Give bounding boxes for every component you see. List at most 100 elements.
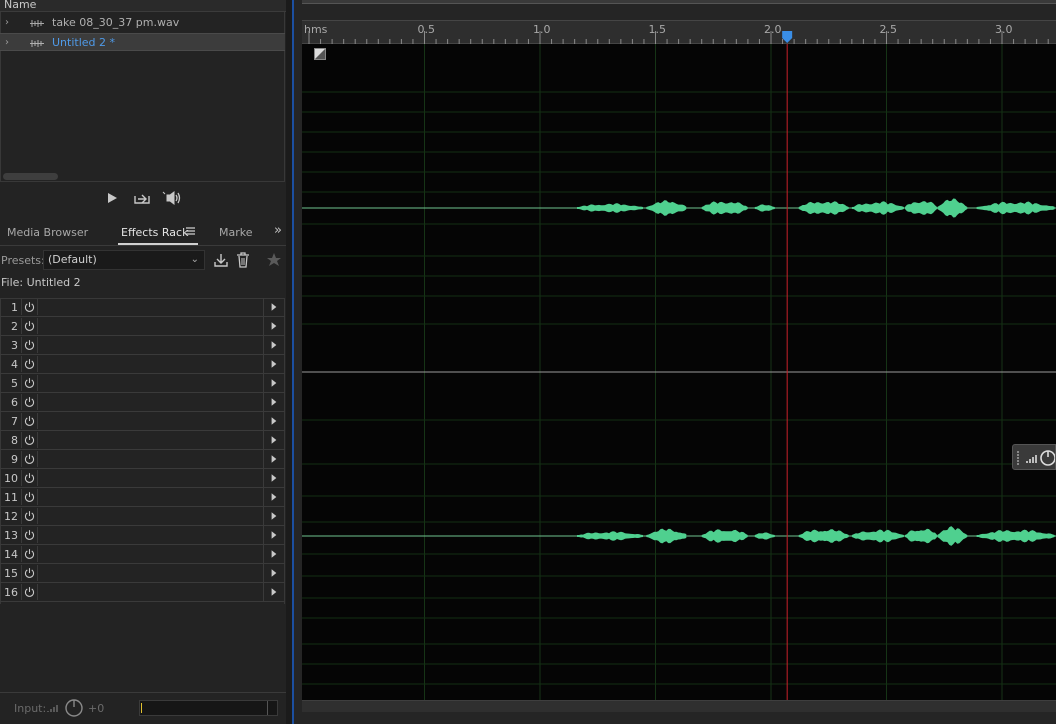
- file-name: take 08_30_37 pm.wav: [52, 16, 180, 29]
- effect-menu-arrow-icon[interactable]: [263, 583, 283, 601]
- files-column-header[interactable]: Name: [0, 0, 286, 12]
- effect-menu-arrow-icon[interactable]: [263, 507, 283, 525]
- waveform-segment: [851, 529, 904, 543]
- power-icon[interactable]: [21, 318, 38, 334]
- input-row: Input: +0: [0, 698, 286, 720]
- effect-slot[interactable]: 8: [0, 431, 285, 450]
- effect-slot-number: 2: [11, 320, 18, 333]
- power-icon[interactable]: [21, 432, 38, 448]
- chevron-down-icon: ⌄: [190, 254, 199, 265]
- effect-slot[interactable]: 2: [0, 317, 285, 336]
- more-panels-icon[interactable]: »: [274, 223, 282, 238]
- effect-menu-arrow-icon[interactable]: [263, 526, 283, 544]
- panel-tabs: Media Browser Effects Rack Marke »: [0, 220, 286, 246]
- waveform-segment: [905, 201, 937, 215]
- effect-slot[interactable]: 16: [0, 583, 285, 602]
- waveform-segment: [701, 201, 748, 215]
- input-gain-value: +0: [88, 702, 105, 715]
- effect-menu-arrow-icon[interactable]: [263, 431, 283, 449]
- effect-slot[interactable]: 5: [0, 374, 285, 393]
- files-scrollbar[interactable]: [3, 173, 58, 180]
- waveform-segment: [937, 198, 968, 218]
- effect-slot-number: 12: [4, 510, 18, 523]
- favorite-star-icon[interactable]: [265, 251, 283, 269]
- effect-slot[interactable]: 3: [0, 336, 285, 355]
- power-icon[interactable]: [21, 565, 38, 581]
- left-panel: Name › take 08_30_37 pm.wav › Untitled 2…: [0, 0, 286, 724]
- power-icon[interactable]: [21, 356, 38, 372]
- horizontal-scrollbar[interactable]: [302, 700, 1056, 712]
- heads-up-display[interactable]: [1012, 444, 1056, 470]
- ruler-tick-label: 1.0: [533, 23, 551, 36]
- waveform-segment: [798, 529, 849, 543]
- effect-menu-arrow-icon[interactable]: [263, 412, 283, 430]
- waveform-canvas[interactable]: [302, 44, 1056, 700]
- effect-slot-number: 7: [11, 415, 18, 428]
- effect-slot[interactable]: 12: [0, 507, 285, 526]
- power-icon[interactable]: [21, 375, 38, 391]
- active-tab-indicator: [118, 243, 198, 245]
- power-icon[interactable]: [21, 451, 38, 467]
- play-icon[interactable]: [102, 189, 122, 207]
- effect-menu-arrow-icon[interactable]: [263, 355, 283, 373]
- tab-effects-rack[interactable]: Effects Rack: [121, 226, 188, 239]
- power-icon[interactable]: [21, 508, 38, 524]
- effect-slot[interactable]: 15: [0, 564, 285, 583]
- effect-menu-arrow-icon[interactable]: [263, 545, 283, 563]
- meter-divider: [267, 701, 268, 715]
- effect-slot[interactable]: 9: [0, 450, 285, 469]
- input-gain-knob[interactable]: [64, 698, 84, 718]
- save-preset-icon[interactable]: [212, 251, 230, 269]
- effect-slot-number: 4: [11, 358, 18, 371]
- overview-bar[interactable]: [302, 0, 1056, 4]
- tab-media-browser[interactable]: Media Browser: [7, 226, 88, 239]
- effect-menu-arrow-icon[interactable]: [263, 488, 283, 506]
- power-icon[interactable]: [21, 584, 38, 600]
- ruler-tick-label: 0.5: [418, 23, 436, 36]
- effect-menu-arrow-icon[interactable]: [263, 564, 283, 582]
- effect-menu-arrow-icon[interactable]: [263, 317, 283, 335]
- power-icon[interactable]: [21, 299, 38, 315]
- effects-rack-panel: Media Browser Effects Rack Marke » Prese…: [0, 220, 286, 724]
- speaker-icon[interactable]: [162, 189, 182, 207]
- effect-slot[interactable]: 4: [0, 355, 285, 374]
- effect-menu-arrow-icon[interactable]: [263, 336, 283, 354]
- power-icon[interactable]: [21, 337, 38, 353]
- tab-markers[interactable]: Marke: [219, 226, 253, 239]
- effect-slot[interactable]: 13: [0, 526, 285, 545]
- power-icon[interactable]: [21, 394, 38, 410]
- power-icon[interactable]: [21, 546, 38, 562]
- effect-menu-arrow-icon[interactable]: [263, 374, 283, 392]
- effect-menu-arrow-icon[interactable]: [263, 469, 283, 487]
- file-row-take[interactable]: › take 08_30_37 pm.wav: [0, 14, 285, 32]
- effect-slot[interactable]: 14: [0, 545, 285, 564]
- effect-slot[interactable]: 10: [0, 469, 285, 488]
- effect-slot[interactable]: 11: [0, 488, 285, 507]
- power-icon[interactable]: [21, 489, 38, 505]
- divider: [0, 692, 286, 693]
- trash-icon[interactable]: [234, 251, 252, 269]
- files-panel: Name › take 08_30_37 pm.wav › Untitled 2…: [0, 0, 286, 214]
- hamburger-menu-icon[interactable]: [186, 227, 195, 235]
- power-icon[interactable]: [21, 527, 38, 543]
- effect-slot[interactable]: 6: [0, 393, 285, 412]
- presets-dropdown[interactable]: (Default) ⌄: [43, 250, 205, 270]
- effect-slot-number: 6: [11, 396, 18, 409]
- waveform-display[interactable]: [302, 44, 1056, 700]
- effect-menu-arrow-icon[interactable]: [263, 393, 283, 411]
- file-row-untitled[interactable]: › Untitled 2 *: [0, 33, 285, 51]
- presets-label: Presets:: [1, 254, 45, 267]
- hud-toggle-icon[interactable]: [314, 48, 326, 60]
- chevron-right-icon[interactable]: ›: [5, 34, 9, 52]
- playhead-handle[interactable]: [782, 31, 793, 43]
- waveform-segment: [577, 531, 643, 541]
- effect-slot[interactable]: 1: [0, 298, 285, 317]
- effect-menu-arrow-icon[interactable]: [263, 298, 283, 316]
- power-icon[interactable]: [21, 413, 38, 429]
- power-icon[interactable]: [21, 470, 38, 486]
- effect-menu-arrow-icon[interactable]: [263, 450, 283, 468]
- chevron-right-icon[interactable]: ›: [5, 14, 9, 32]
- export-icon[interactable]: [132, 189, 152, 207]
- effect-slot[interactable]: 7: [0, 412, 285, 431]
- time-ruler[interactable]: hms 0.5 1.0 1.5 2.0 2.5 3.0: [302, 20, 1056, 45]
